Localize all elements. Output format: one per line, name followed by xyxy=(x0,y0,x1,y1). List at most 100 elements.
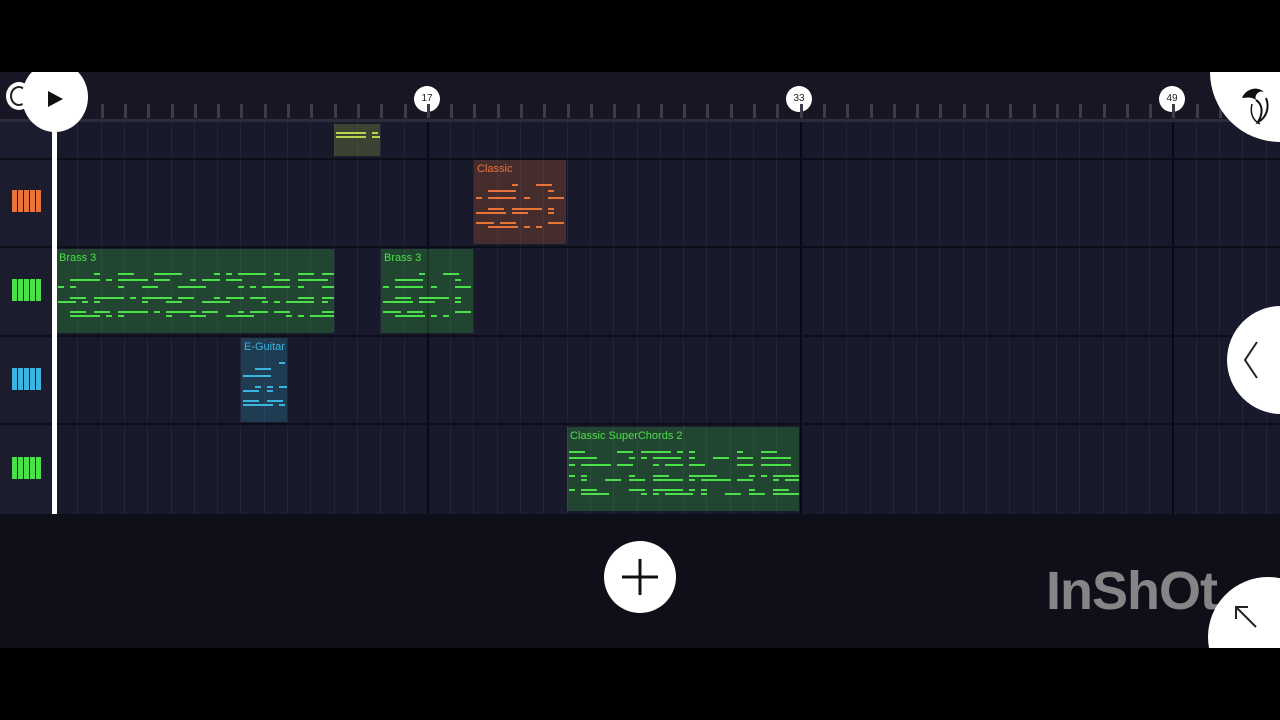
note xyxy=(701,489,707,491)
ruler-tick xyxy=(1102,104,1106,118)
note xyxy=(267,390,273,392)
note xyxy=(395,297,411,299)
note xyxy=(677,479,683,481)
note xyxy=(118,315,124,317)
grid-line xyxy=(939,122,941,514)
ruler-tick xyxy=(683,104,687,118)
ruler-tick xyxy=(426,104,430,118)
note xyxy=(94,273,100,275)
track-header-2[interactable] xyxy=(0,248,52,335)
note xyxy=(701,475,717,477)
track-header-3[interactable] xyxy=(0,337,52,423)
note xyxy=(298,286,304,288)
note xyxy=(58,286,64,288)
grid-line xyxy=(1102,122,1104,514)
ruler-tick xyxy=(123,104,127,118)
note xyxy=(569,464,575,466)
pattern-clip-eguitar[interactable]: E-Guitar xyxy=(241,338,287,422)
add-button[interactable] xyxy=(604,541,676,613)
grid-line xyxy=(1125,122,1127,514)
note xyxy=(214,279,220,281)
pattern-clip-superchords[interactable]: Classic SuperChords 2 xyxy=(567,427,799,511)
note xyxy=(322,279,328,281)
note xyxy=(443,297,449,299)
note xyxy=(629,489,645,491)
timeline-ruler[interactable]: 17 33 49 xyxy=(0,72,1280,122)
note xyxy=(785,457,791,459)
note xyxy=(641,493,647,495)
grid-line xyxy=(1219,122,1220,514)
note xyxy=(250,297,266,299)
note xyxy=(581,475,587,477)
piano-key xyxy=(30,279,35,301)
note xyxy=(142,311,148,313)
note xyxy=(142,301,148,303)
piano-key xyxy=(36,368,41,390)
note xyxy=(322,301,328,303)
ruler-tick xyxy=(240,104,244,118)
ruler-tick xyxy=(170,104,174,118)
note xyxy=(500,212,506,214)
playhead[interactable] xyxy=(52,122,57,514)
pattern-clip-top[interactable] xyxy=(334,124,380,156)
note xyxy=(70,286,76,288)
grid-line xyxy=(799,122,802,514)
grid-line xyxy=(1172,122,1175,514)
note xyxy=(569,451,585,453)
note xyxy=(106,315,112,317)
note xyxy=(524,226,530,228)
track-divider xyxy=(0,158,1280,160)
note xyxy=(250,273,266,275)
note xyxy=(455,311,471,313)
note xyxy=(372,136,380,138)
note xyxy=(785,479,799,481)
track-header-1[interactable] xyxy=(0,160,52,246)
pattern-clip-brass-b[interactable]: Brass 3 xyxy=(381,249,473,333)
note xyxy=(761,451,777,453)
ruler-tick xyxy=(333,104,337,118)
note xyxy=(372,132,378,134)
note xyxy=(677,464,683,466)
note xyxy=(407,311,423,313)
note xyxy=(190,286,206,288)
ruler-tick xyxy=(1172,104,1176,118)
note xyxy=(500,190,516,192)
piano-key xyxy=(30,190,35,212)
ruler-tick xyxy=(753,104,756,118)
note xyxy=(255,368,271,370)
note xyxy=(94,311,110,313)
note xyxy=(629,457,635,459)
note xyxy=(214,273,220,275)
ruler-tick xyxy=(193,104,197,118)
ruler-tick xyxy=(1125,104,1129,118)
note xyxy=(407,286,423,288)
pattern-clip-classic[interactable]: Classic xyxy=(474,160,566,244)
note xyxy=(238,297,244,299)
pattern-clip-brass-a[interactable]: Brass 3 xyxy=(56,249,334,333)
note xyxy=(701,493,707,495)
ruler-tick xyxy=(380,104,384,118)
ruler-tick xyxy=(310,104,314,118)
playlist-grid[interactable]: Classic Brass 3 Brass 3 E-Guitar Classic… xyxy=(0,122,1280,514)
ruler-tick xyxy=(799,104,803,118)
note xyxy=(142,279,148,281)
note xyxy=(689,479,695,481)
note xyxy=(500,197,516,199)
ruler-tick xyxy=(916,104,920,118)
ruler-tick xyxy=(356,104,360,118)
note xyxy=(431,315,437,317)
note xyxy=(785,464,791,466)
note xyxy=(737,464,753,466)
note xyxy=(536,226,542,228)
note xyxy=(226,273,232,275)
note xyxy=(360,136,366,138)
note xyxy=(749,493,765,495)
note xyxy=(262,301,268,303)
note xyxy=(322,273,334,275)
note xyxy=(243,400,259,402)
piano-key xyxy=(18,457,23,479)
piano-key xyxy=(30,368,35,390)
ruler-tick xyxy=(450,104,454,118)
track-header-4[interactable] xyxy=(0,425,52,514)
note xyxy=(689,451,695,453)
